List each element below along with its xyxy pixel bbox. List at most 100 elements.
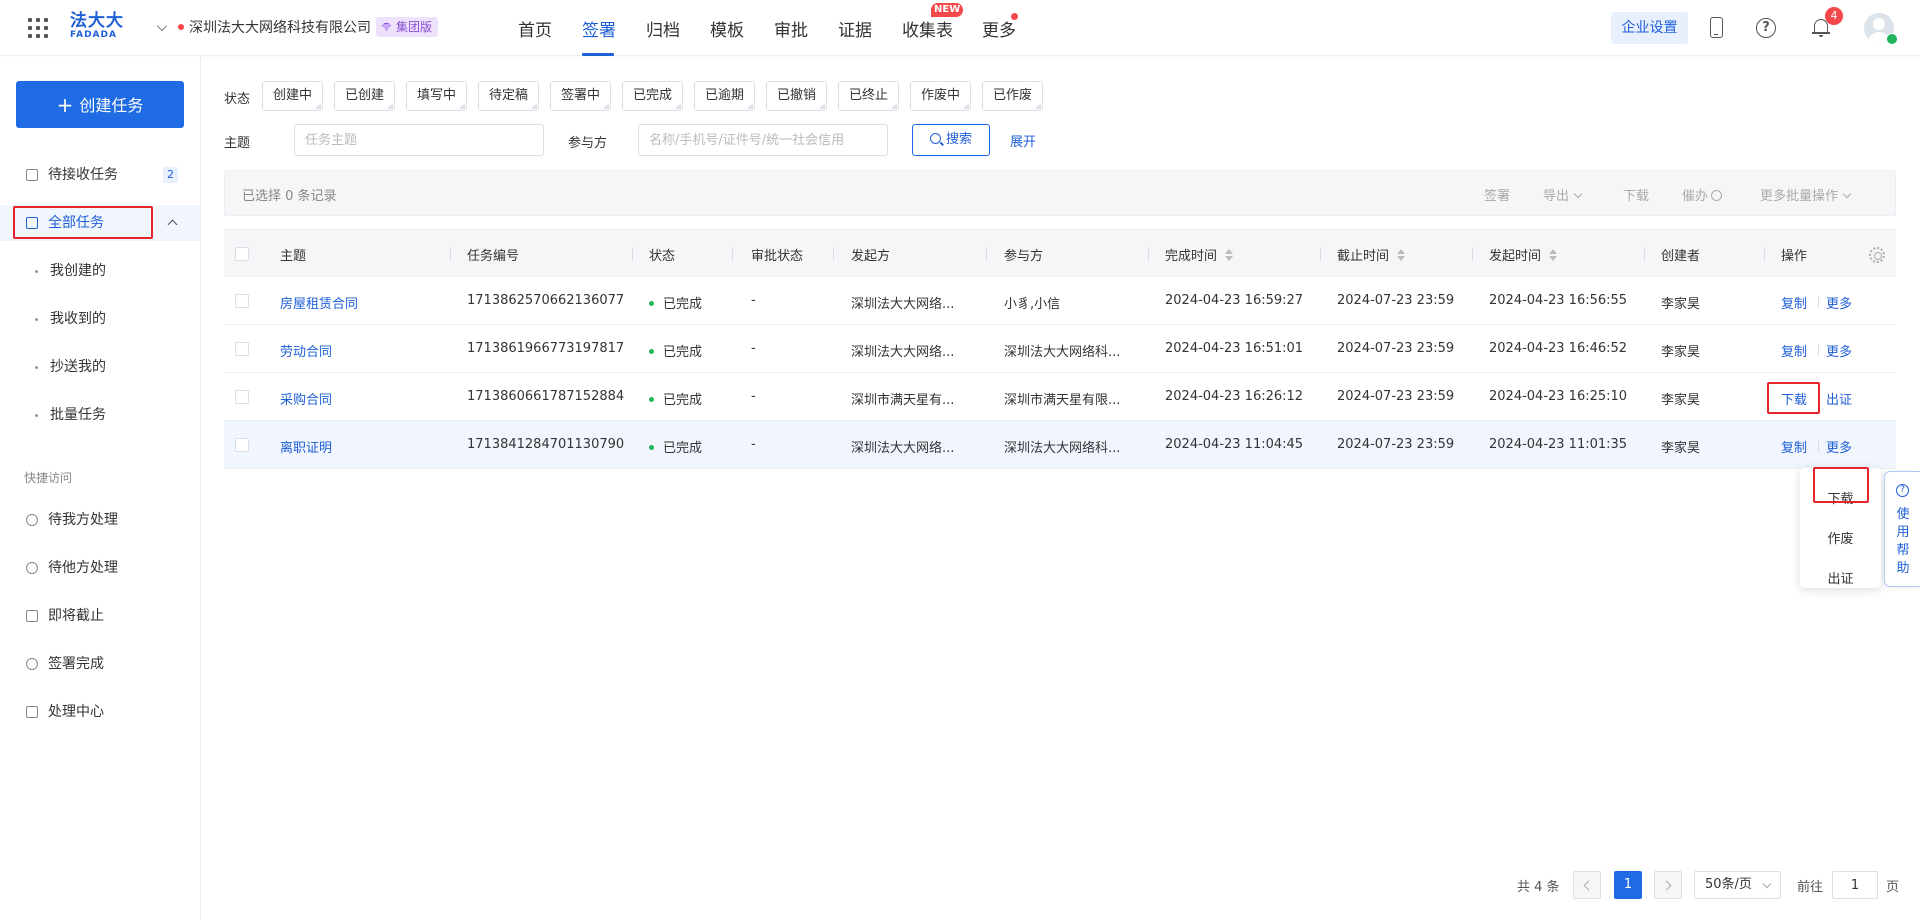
col-completed-time[interactable]: 完成时间: [1165, 245, 1234, 264]
row-checkbox[interactable]: [235, 438, 249, 452]
company-name[interactable]: 深圳法大大网络科技有限公司: [189, 17, 371, 37]
copy-link[interactable]: 复制: [1781, 293, 1807, 312]
quick-access-title: 快捷访问: [24, 471, 73, 485]
sidebar-item-processing-center[interactable]: 处理中心: [0, 694, 200, 730]
sidebar-subitem-batch[interactable]: 批量任务: [0, 397, 200, 433]
status-filter-voiding[interactable]: 作废中: [910, 81, 972, 111]
nav-home[interactable]: 首页: [518, 16, 552, 41]
gear-icon[interactable]: [1869, 247, 1885, 263]
status-filter-revoked[interactable]: 已撤销: [766, 81, 828, 111]
next-page-button[interactable]: [1654, 871, 1682, 899]
col-started-time-label: 发起时间: [1489, 249, 1542, 264]
batch-download-button[interactable]: 下载: [1623, 185, 1649, 204]
check-circle-icon: [26, 658, 38, 670]
create-task-button[interactable]: + 创建任务: [16, 81, 184, 128]
participant-input[interactable]: [638, 124, 888, 156]
col-deadline[interactable]: 截止时间: [1337, 245, 1406, 264]
nav-more[interactable]: 更多: [982, 16, 1016, 41]
status-filter-creating[interactable]: 创建中: [262, 81, 324, 111]
page-number-current[interactable]: 1: [1614, 871, 1642, 899]
highlight-box: [1813, 467, 1869, 503]
app-grid-icon[interactable]: [28, 18, 48, 38]
sidebar-item-pending-mine[interactable]: 待我方处理: [0, 502, 200, 538]
dropdown-certificate[interactable]: 出证: [1800, 568, 1881, 587]
status-dot: [649, 445, 654, 450]
row-subject-link[interactable]: 房屋租赁合同: [280, 293, 358, 312]
mobile-icon[interactable]: [1710, 17, 1723, 38]
row-checkbox[interactable]: [235, 390, 249, 404]
page-size-select[interactable]: 50条/页: [1694, 871, 1781, 899]
nav-sign[interactable]: 签署: [582, 16, 616, 41]
more-link[interactable]: 更多: [1826, 293, 1852, 312]
nav-approval[interactable]: 审批: [774, 16, 808, 41]
more-batch-actions-button[interactable]: 更多批量操作: [1760, 185, 1852, 204]
row-task-id: 1713860661787152884: [467, 389, 625, 404]
row-checkbox[interactable]: [235, 342, 249, 356]
status-filter-terminated[interactable]: 已终止: [838, 81, 900, 111]
alert-icon: [26, 514, 38, 526]
nav-forms[interactable]: 收集表: [902, 16, 953, 41]
expand-filters-link[interactable]: 展开: [1010, 131, 1036, 150]
sort-icon[interactable]: [1225, 249, 1234, 261]
row-subject-link[interactable]: 离职证明: [280, 437, 332, 456]
sidebar-subitem-cc-me[interactable]: 抄送我的: [0, 349, 200, 385]
status-filter-signing[interactable]: 签署中: [550, 81, 612, 111]
chevron-up-icon[interactable]: [167, 219, 178, 230]
nav-evidence[interactable]: 证据: [838, 16, 872, 41]
column-divider: [1764, 247, 1765, 261]
column-divider: [732, 247, 733, 261]
status-filter-completed[interactable]: 已完成: [622, 81, 684, 111]
sidebar-item-pending-others[interactable]: 待他方处理: [0, 550, 200, 586]
copy-link[interactable]: 复制: [1781, 341, 1807, 360]
more-link[interactable]: 更多: [1826, 341, 1852, 360]
bullet-icon: [35, 414, 38, 417]
batch-sign-button[interactable]: 签署: [1484, 185, 1510, 204]
sidebar-subitem-received[interactable]: 我收到的: [0, 301, 200, 337]
search-button[interactable]: 搜索: [912, 124, 990, 156]
company-switch-chevron-icon[interactable]: [157, 21, 167, 31]
batch-remind-button[interactable]: 催办: [1682, 185, 1723, 204]
col-subject: 主题: [280, 249, 307, 264]
chevron-left-icon: [1583, 880, 1594, 891]
sidebar-subitem-created-by-me[interactable]: 我创建的: [0, 253, 200, 289]
row-deadline: 2024-07-23 23:59: [1337, 341, 1455, 356]
row-completed: 2024-04-23 16:51:01: [1165, 341, 1304, 356]
help-icon[interactable]: ?: [1756, 18, 1776, 38]
row-checkbox[interactable]: [235, 294, 249, 308]
copy-link[interactable]: 复制: [1781, 437, 1807, 456]
row-approval: -: [751, 341, 756, 356]
row-subject-link[interactable]: 劳动合同: [280, 341, 332, 360]
prev-page-button[interactable]: [1573, 871, 1601, 899]
status-filter-created[interactable]: 已创建: [334, 81, 396, 111]
col-started-time[interactable]: 发起时间: [1489, 245, 1558, 264]
enterprise-settings-button[interactable]: 企业设置: [1611, 12, 1688, 44]
more-notification-dot: [1011, 13, 1018, 20]
sort-icon[interactable]: [1549, 249, 1558, 261]
help-tab[interactable]: ? 使用帮助: [1884, 471, 1920, 587]
nav-templates[interactable]: 模板: [710, 16, 744, 41]
select-all-checkbox[interactable]: [235, 247, 249, 261]
batch-export-button[interactable]: 导出: [1543, 185, 1583, 204]
more-link[interactable]: 更多: [1826, 437, 1852, 456]
dropdown-void[interactable]: 作废: [1800, 528, 1881, 547]
sidebar-item-pending-receive[interactable]: 待接收任务 2: [0, 157, 200, 193]
row-approval: -: [751, 293, 756, 308]
row-subject-link[interactable]: 采购合同: [280, 389, 332, 408]
subject-input[interactable]: [294, 124, 544, 156]
goto-page-input[interactable]: [1832, 871, 1878, 899]
status-filter-pending-final[interactable]: 待定稿: [478, 81, 540, 111]
logo[interactable]: 法大大 FADADA: [70, 13, 126, 43]
nav-archive[interactable]: 归档: [646, 16, 680, 41]
status-filter-overdue[interactable]: 已逾期: [694, 81, 756, 111]
diamond-icon: [382, 23, 391, 31]
goto-label: 前往: [1797, 880, 1824, 895]
certificate-link[interactable]: 出证: [1826, 389, 1852, 408]
row-participant: 小豸,小信: [1004, 297, 1061, 312]
status-filter-filling[interactable]: 填写中: [406, 81, 468, 111]
help-tab-label: 使用帮助: [1896, 507, 1910, 576]
sidebar-item-signed[interactable]: 签署完成: [0, 646, 200, 682]
row-creator: 李家昊: [1661, 441, 1701, 456]
sort-icon[interactable]: [1397, 249, 1406, 261]
sidebar-item-expiring[interactable]: 即将截止: [0, 598, 200, 634]
status-filter-voided[interactable]: 已作废: [982, 81, 1044, 111]
